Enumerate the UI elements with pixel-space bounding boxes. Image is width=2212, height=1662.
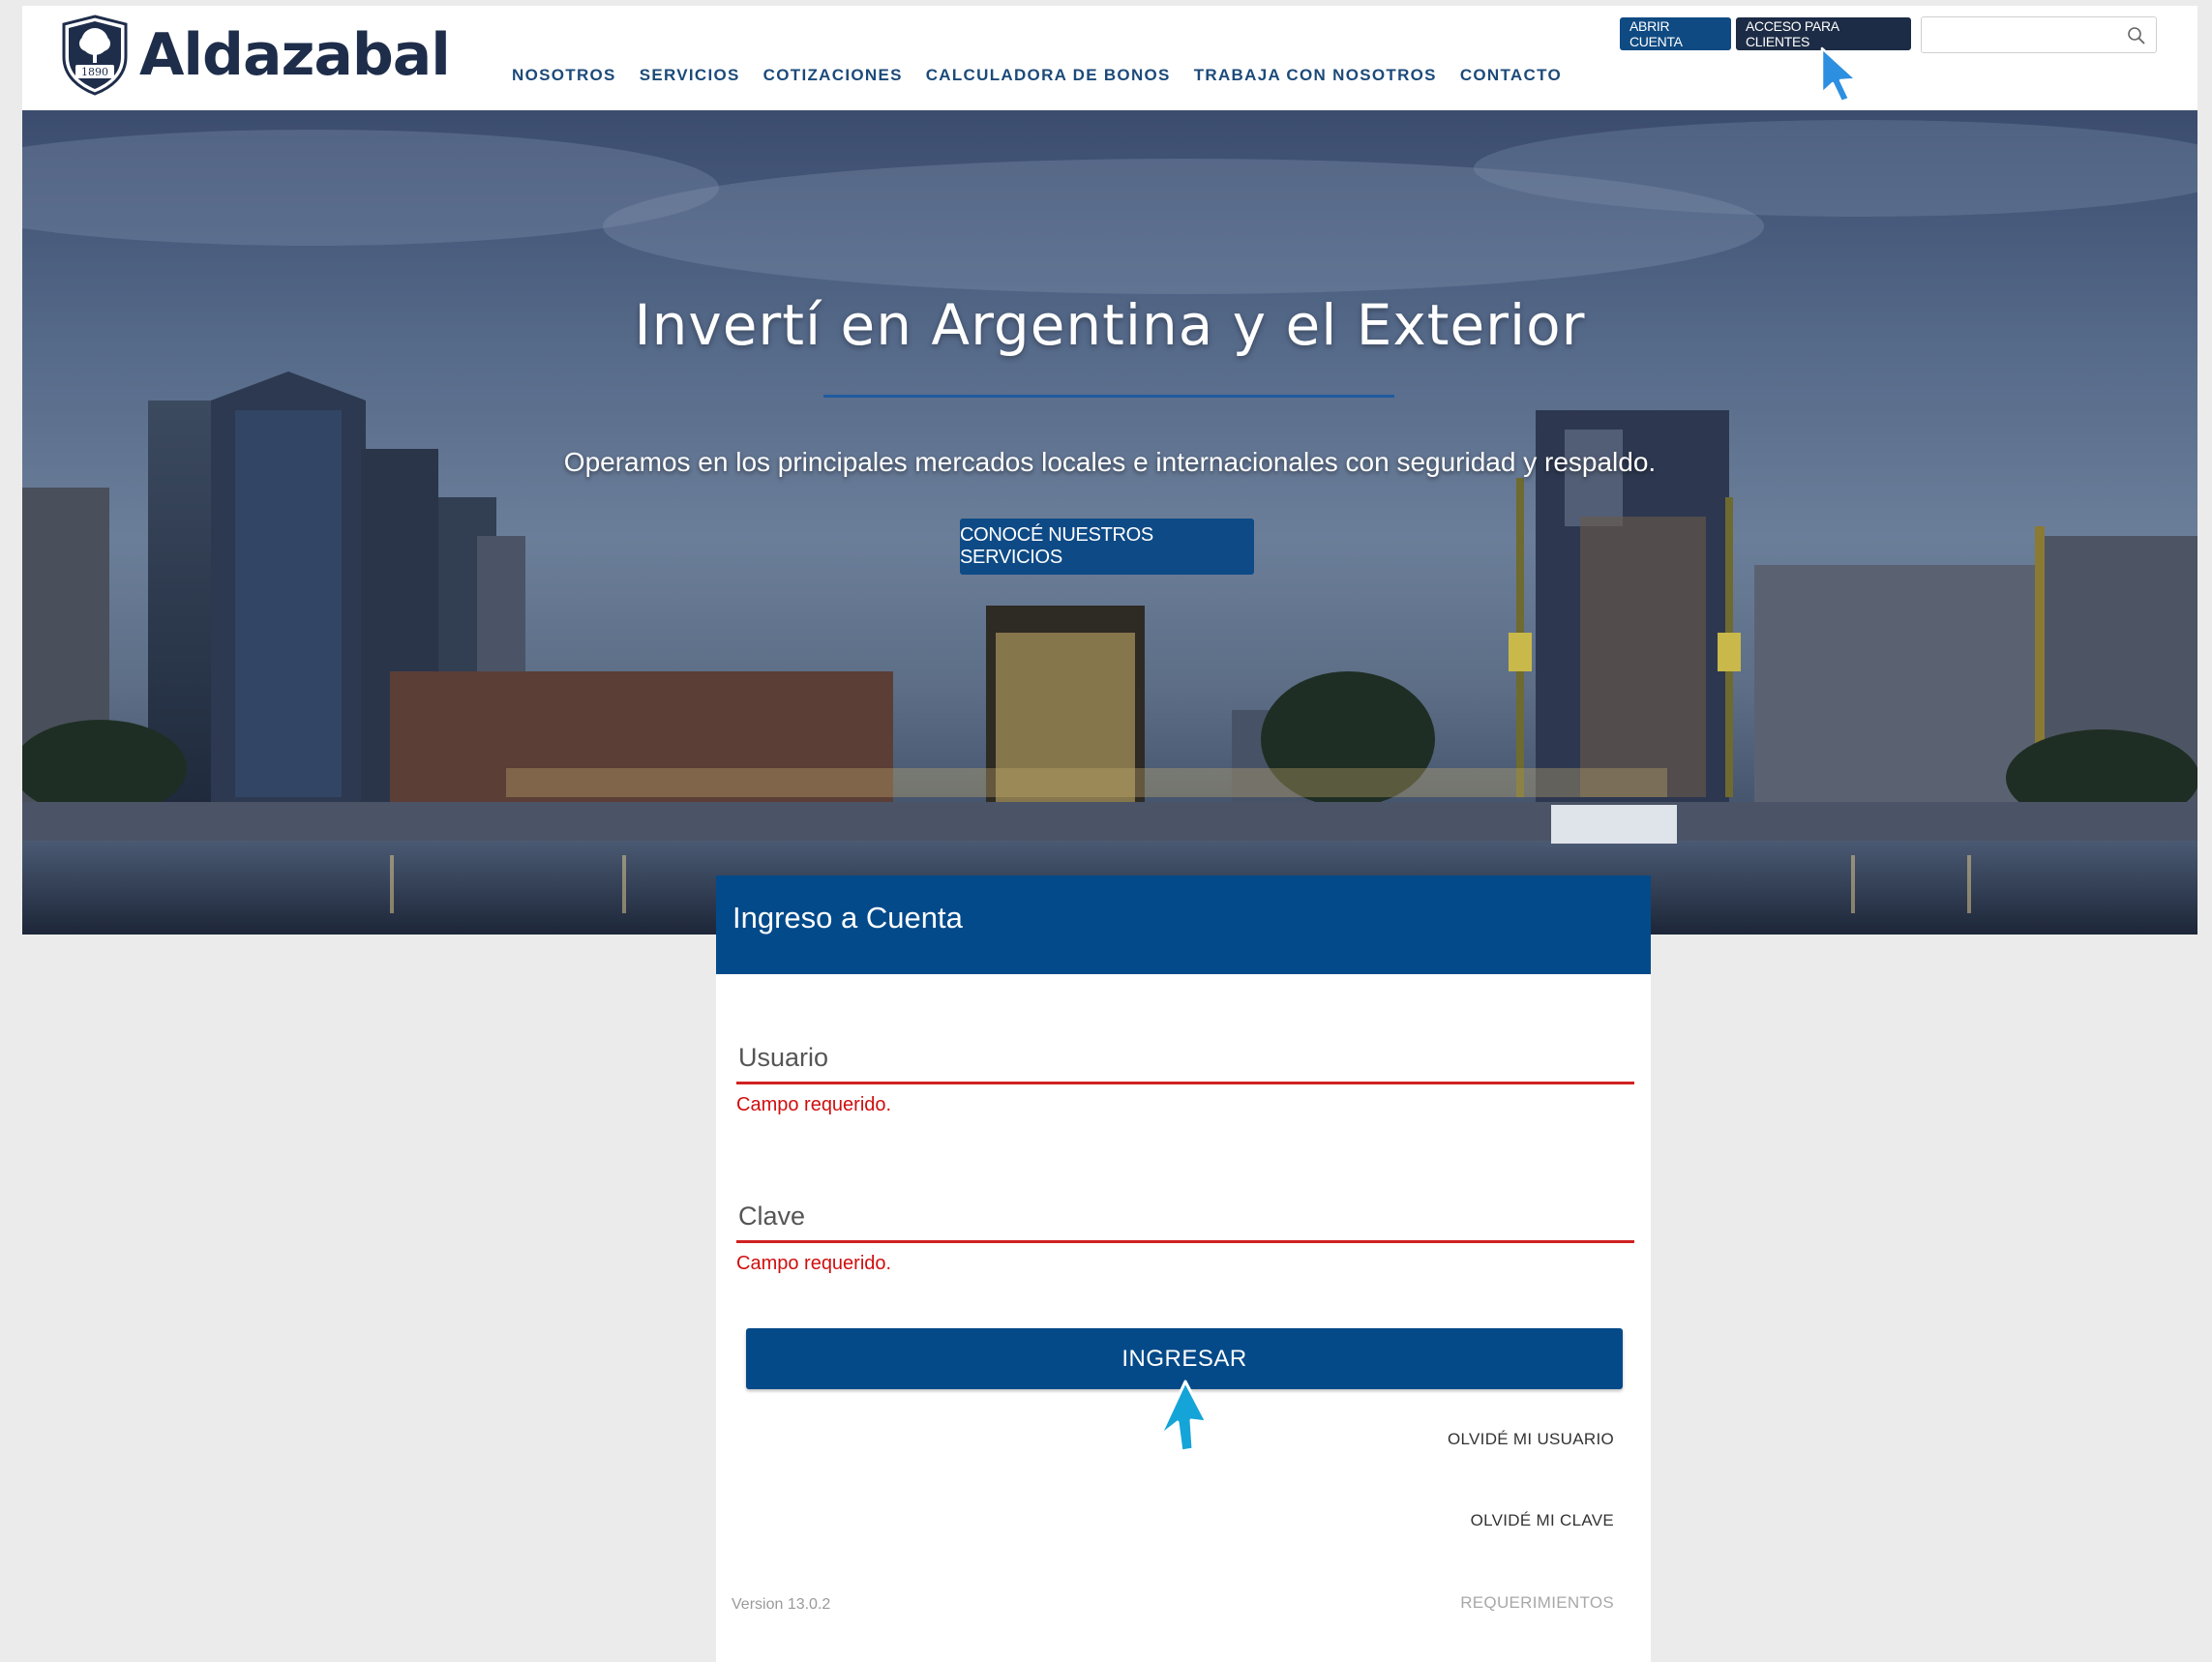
logo-shield-icon: 1890: [62, 15, 128, 96]
hero-title: Invertí en Argentina y el Exterior: [634, 292, 1586, 358]
usuario-label: Usuario: [738, 1043, 829, 1072]
clave-error: Campo requerido.: [736, 1253, 892, 1274]
hero-subtitle: Operamos en los principales mercados loc…: [563, 447, 1657, 477]
forgot-user-link[interactable]: OLVIDÉ MI USUARIO: [1448, 1430, 1614, 1449]
logo-wordmark: Aldazabal: [139, 21, 451, 89]
conoce-servicios-button[interactable]: CONOCÉ NUESTROS SERVICIOS: [960, 519, 1254, 575]
main-nav: NOSOTROS SERVICIOS COTIZACIONES CALCULAD…: [512, 66, 1585, 85]
usuario-error: Campo requerido.: [736, 1094, 892, 1115]
search-input[interactable]: [1921, 16, 2157, 53]
clave-underline: [736, 1240, 1634, 1243]
nav-nosotros[interactable]: NOSOTROS: [512, 66, 616, 85]
clave-label: Clave: [738, 1202, 806, 1231]
site-logo[interactable]: 1890 Aldazabal: [60, 13, 451, 98]
login-title: Ingreso a Cuenta: [732, 901, 963, 935]
search-icon[interactable]: [2127, 26, 2146, 45]
nav-calculadora-de-bonos[interactable]: CALCULADORA DE BONOS: [926, 66, 1171, 85]
version-text: Version 13.0.2: [732, 1596, 831, 1613]
usuario-underline: [736, 1082, 1634, 1084]
abrir-cuenta-button[interactable]: ABRIR CUENTA: [1620, 17, 1731, 50]
login-card: Ingreso a Cuenta Usuario Campo requerido…: [716, 876, 1651, 1662]
hero-banner: Invertí en Argentina y el Exterior Opera…: [22, 110, 2197, 935]
nav-trabaja-con-nosotros[interactable]: TRABAJA CON NOSOTROS: [1194, 66, 1437, 85]
page: 1890 Aldazabal NOSOTROS SERVICIOS COTIZA…: [0, 0, 2212, 1662]
acceso-clientes-button[interactable]: ACCESO PARA CLIENTES: [1736, 17, 1911, 50]
site-header: 1890 Aldazabal NOSOTROS SERVICIOS COTIZA…: [22, 6, 2197, 110]
nav-contacto[interactable]: CONTACTO: [1460, 66, 1562, 85]
cursor-touch-icon: [1158, 1380, 1209, 1453]
svg-text:1890: 1890: [81, 66, 108, 78]
forgot-password-link[interactable]: OLVIDÉ MI CLAVE: [1471, 1511, 1614, 1530]
hero-divider: [823, 395, 1394, 398]
requirements-link[interactable]: REQUERIMIENTOS: [1460, 1593, 1614, 1613]
login-card-header: Ingreso a Cuenta: [716, 876, 1651, 974]
cursor-arrow-icon: [1820, 46, 1858, 103]
nav-cotizaciones[interactable]: COTIZACIONES: [763, 66, 903, 85]
nav-servicios[interactable]: SERVICIOS: [640, 66, 740, 85]
